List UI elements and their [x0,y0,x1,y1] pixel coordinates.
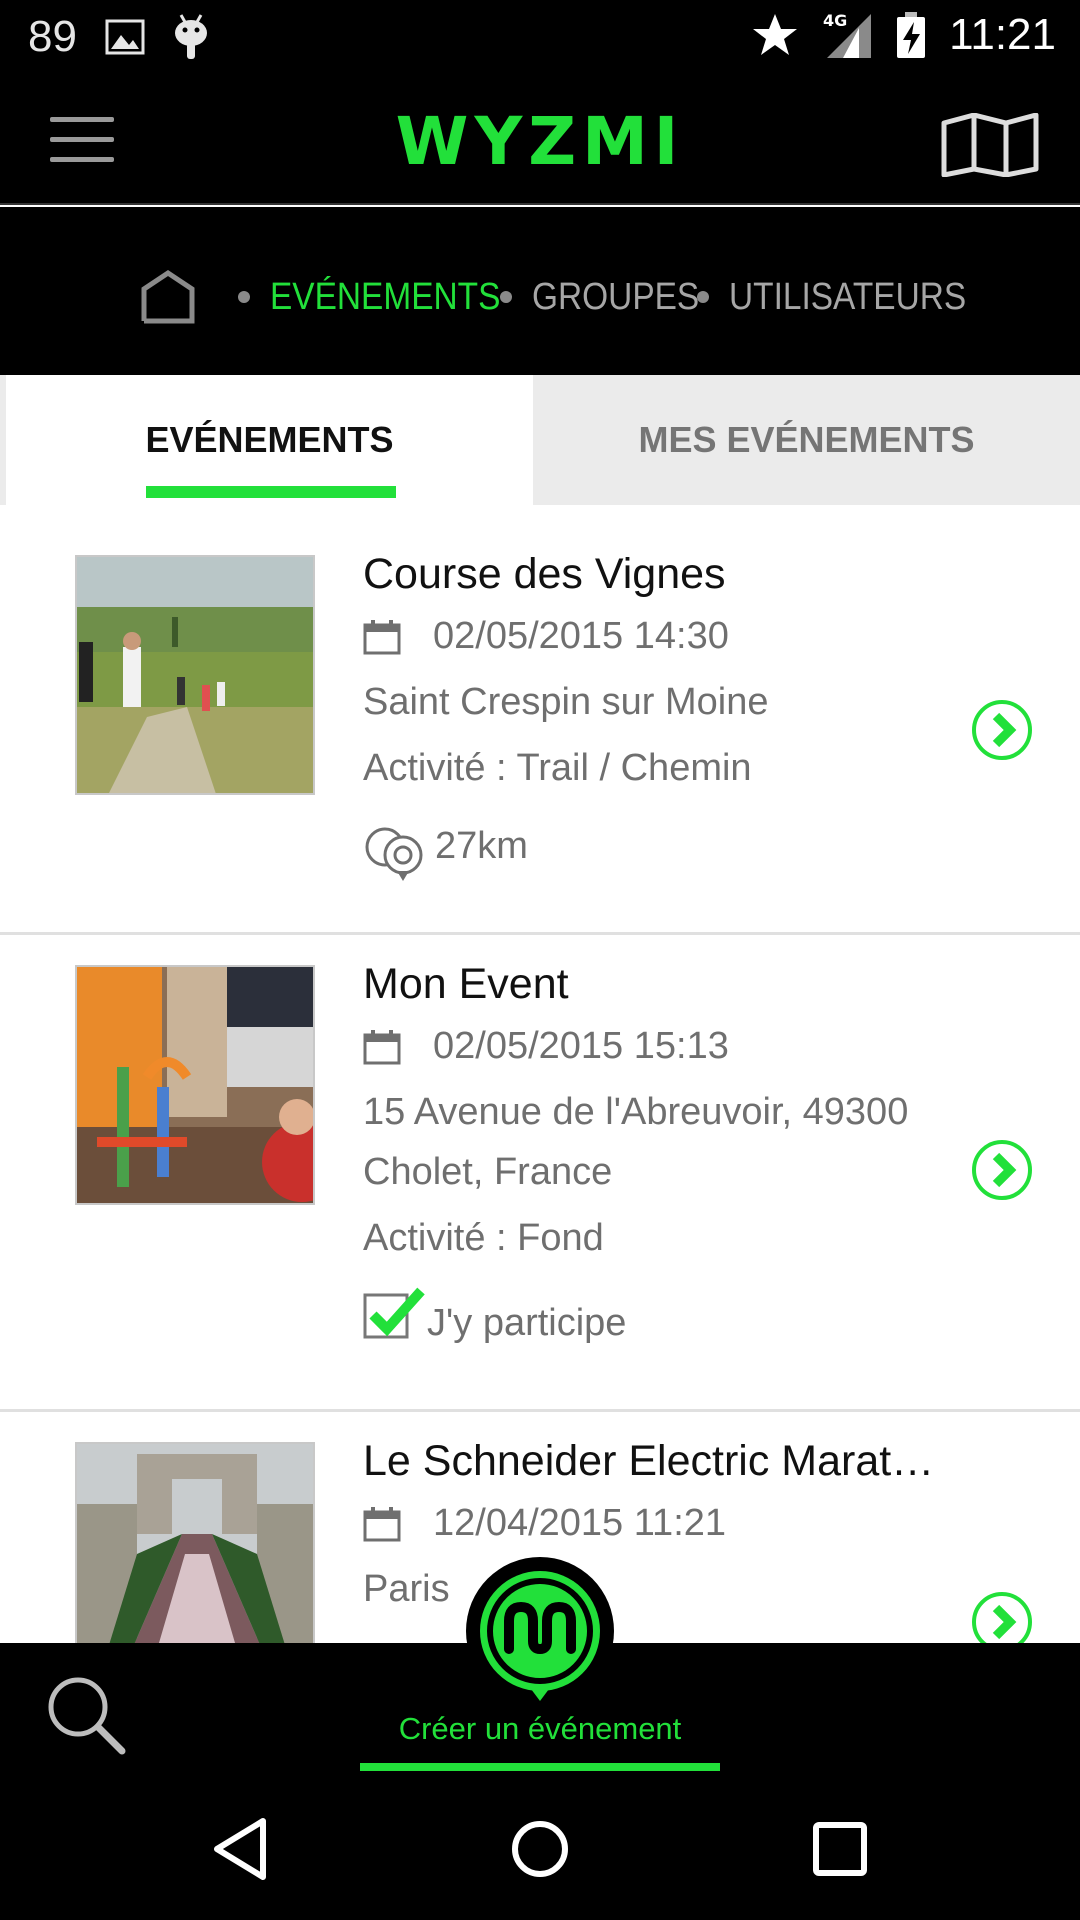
calendar-icon [363,1029,401,1064]
app-screen: 89 4G 11:21 WYZMI EVÉNEMENTS GROUPES UTI… [0,0,1080,1920]
status-bar: 89 4G 11:21 [0,0,1080,75]
event-title: Mon Event [363,960,569,1008]
signal-icon: 4G [823,11,872,58]
breadcrumb-item-evenements[interactable]: EVÉNEMENTS [270,276,500,319]
breadcrumb-separator [238,291,250,303]
event-date: 02/05/2015 15:13 [363,1025,729,1068]
recents-icon[interactable] [804,1813,876,1885]
event-distance: 27km [363,811,528,881]
list-item[interactable]: Mon Event 02/05/2015 15:13 15 Avenue de … [0,935,1080,1412]
event-date-text: 02/05/2015 15:13 [433,1025,729,1067]
breadcrumb-separator [500,291,512,303]
route-pins-icon [365,827,423,881]
participation-label: J'y participe [427,1302,627,1344]
breadcrumb-row: EVÉNEMENTS GROUPES UTILISATEURS [140,267,966,327]
status-time: 11:21 [949,10,1056,59]
map-icon[interactable] [940,113,1040,177]
event-activity: Activité : Trail / Chemin [363,747,752,789]
back-icon[interactable] [205,1813,277,1885]
event-location: Paris [363,1568,450,1610]
tab-bar: EVÉNEMENTS MES EVÉNEMENTS [0,375,1080,505]
create-event-button[interactable]: Créer un événement [360,1711,720,1747]
event-location: Saint Crespin sur Moine [363,681,769,723]
calendar-icon [363,619,401,654]
event-distance-text: 27km [435,824,528,867]
breadcrumb-item-groupes[interactable]: GROUPES [532,276,699,319]
event-thumbnail [75,965,315,1205]
event-location-line1: 15 Avenue de l'Abreuvoir, 49300 [363,1091,909,1133]
breadcrumb-label: EVÉNEMENTS [270,275,501,318]
event-thumbnail [75,555,315,795]
breadcrumb: EVÉNEMENTS GROUPES UTILISATEURS [0,207,1080,375]
chevron-right-icon[interactable] [970,1138,1034,1202]
calendar-icon [363,1506,401,1541]
chevron-right-icon[interactable] [970,698,1034,762]
image-icon [105,19,145,55]
battery-charging-icon [897,12,926,58]
home-nav-icon[interactable] [504,1813,576,1885]
system-nav-bar [0,1778,1080,1920]
event-title: Course des Vignes [363,550,726,598]
breadcrumb-label: GROUPES [532,275,700,318]
status-left: 89 [28,12,209,62]
breadcrumb-label: UTILISATEURS [729,275,967,318]
app-logo: WYZMI [395,103,685,180]
star-icon [753,14,798,55]
network-label: 4G [823,11,847,30]
tab-indicator [146,486,396,498]
notification-count: 89 [28,12,77,61]
event-date: 12/04/2015 11:21 [363,1502,726,1545]
home-icon[interactable] [140,269,196,325]
checkbox-checked-icon[interactable] [363,1285,427,1341]
event-activity: Activité : Fond [363,1217,604,1259]
android-icon [174,14,207,59]
event-list: Course des Vignes 02/05/2015 14:30 Saint… [0,505,1080,1712]
search-icon[interactable] [42,1671,128,1757]
event-date-text: 02/05/2015 14:30 [433,615,729,657]
event-date: 02/05/2015 14:30 [363,615,729,658]
breadcrumb-item-utilisateurs[interactable]: UTILISATEURS [729,276,966,319]
event-location-line2: Cholet, France [363,1151,613,1193]
app-bar: WYZMI [0,75,1080,205]
tab-mes-evenements[interactable]: MES EVÉNEMENTS [533,375,1080,505]
list-item[interactable]: Course des Vignes 02/05/2015 14:30 Saint… [0,505,1080,935]
event-date-text: 12/04/2015 11:21 [433,1502,727,1544]
event-title: Le Schneider Electric Marat… [363,1437,935,1485]
wyzmi-logo-button[interactable] [463,1557,617,1707]
participation-status: J'y participe [363,1280,626,1345]
create-event-underline [360,1763,720,1771]
status-right: 4G 11:21 [751,10,1056,60]
